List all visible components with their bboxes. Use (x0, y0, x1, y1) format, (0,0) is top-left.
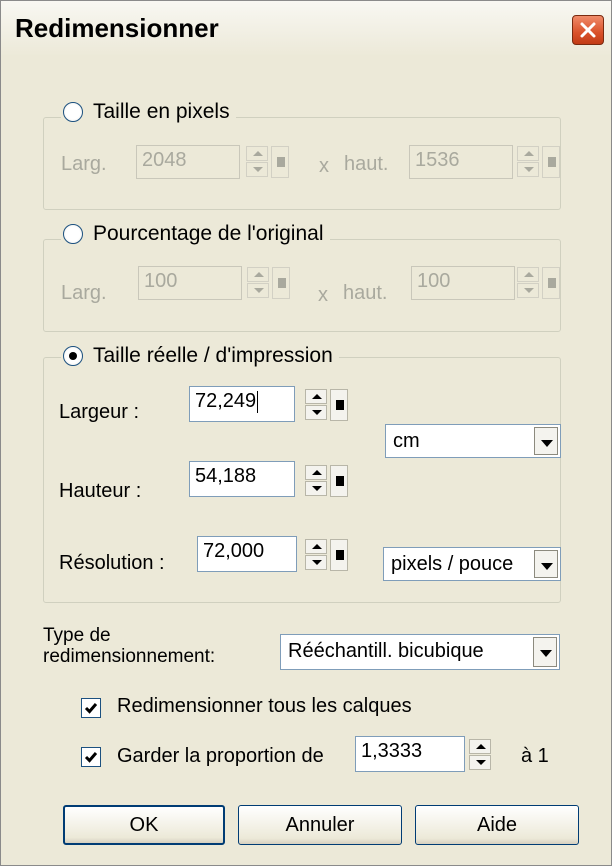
print-height-spinner[interactable] (305, 465, 329, 497)
pixel-width-input[interactable]: 2048 (136, 145, 240, 179)
unit-select-value: cm (393, 430, 420, 452)
percent-height-label: haut. (343, 282, 388, 304)
pixel-height-unit-button[interactable] (542, 146, 560, 178)
pixel-height-input[interactable]: 1536 (409, 145, 513, 179)
chevron-down-icon (541, 563, 553, 570)
percent-width-unit-button[interactable] (272, 267, 290, 299)
unit-select[interactable]: cm (385, 424, 561, 458)
unit-dropdown-button[interactable] (534, 427, 558, 455)
ratio-spinner[interactable] (469, 739, 493, 771)
all-layers-checkbox[interactable] (81, 698, 101, 718)
percent-option[interactable]: Pourcentage de l'original (61, 219, 330, 249)
cancel-button[interactable]: Annuler (238, 805, 402, 845)
percent-times-label: x (318, 284, 328, 306)
ratio-input[interactable]: 1,3333 (355, 736, 465, 772)
keep-ratio-checkbox[interactable] (81, 747, 101, 767)
checkmark-icon (84, 703, 98, 714)
percent-width-spinner[interactable] (247, 267, 271, 299)
print-width-spinner[interactable] (305, 389, 329, 421)
percent-height-unit-button[interactable] (542, 267, 560, 299)
percent-label: Pourcentage de l'original (93, 222, 324, 245)
all-layers-label[interactable]: Redimensionner tous les calques (117, 695, 412, 718)
chevron-down-icon (540, 650, 552, 657)
pixel-width-label: Larg. (61, 153, 107, 175)
print-size-radio[interactable] (63, 346, 83, 366)
title-bar[interactable]: Redimensionner (1, 1, 611, 57)
print-width-unit-button[interactable] (330, 389, 348, 421)
resolution-input[interactable]: 72,000 (197, 536, 297, 572)
print-size-option[interactable]: Taille réelle / d'impression (61, 341, 339, 371)
percent-radio[interactable] (63, 224, 83, 244)
print-width-label: Largeur : (59, 401, 140, 423)
ok-button[interactable]: OK (63, 805, 225, 845)
pixel-height-label: haut. (344, 153, 389, 175)
resolution-spinner[interactable] (305, 539, 329, 571)
close-button[interactable] (572, 15, 604, 45)
resolution-unit-dropdown-button[interactable] (534, 550, 558, 578)
pixel-width-spinner[interactable] (246, 146, 270, 178)
print-width-value: 72,249 (195, 390, 257, 412)
print-height-unit-button[interactable] (330, 465, 348, 497)
ratio-suffix-label: à 1 (521, 745, 549, 767)
chevron-down-icon (541, 440, 553, 447)
pixel-width-unit-button[interactable] (271, 146, 289, 178)
help-button[interactable]: Aide (415, 805, 579, 845)
radio-selected-dot (69, 352, 77, 360)
print-width-input[interactable]: 72,249 (189, 386, 295, 422)
pixel-size-label: Taille en pixels (93, 100, 230, 123)
resample-type-value: Rééchantill. bicubique (288, 640, 484, 662)
keep-ratio-label[interactable]: Garder la proportion de (117, 745, 324, 768)
percent-width-label: Larg. (61, 282, 107, 304)
print-height-label: Hauteur : (59, 480, 142, 502)
pixel-times-label: x (319, 155, 329, 177)
percent-height-input[interactable]: 100 (411, 266, 515, 300)
resample-dropdown-button[interactable] (533, 637, 557, 667)
text-caret (257, 390, 259, 413)
print-size-label: Taille réelle / d'impression (93, 344, 333, 367)
resolution-label: Résolution : (59, 552, 165, 574)
resample-label-line2: redimensionnement: (43, 646, 216, 667)
resample-label-line1: Type de (43, 625, 111, 646)
close-icon (580, 22, 596, 38)
resample-type-select[interactable]: Rééchantill. bicubique (280, 634, 560, 670)
pixel-height-spinner[interactable] (517, 146, 541, 178)
checkmark-icon (84, 752, 98, 763)
print-height-input[interactable]: 54,188 (189, 461, 295, 497)
pixel-size-radio[interactable] (63, 102, 83, 122)
percent-height-spinner[interactable] (517, 267, 541, 299)
dialog-title: Redimensionner (15, 13, 219, 43)
resolution-unit-button[interactable] (330, 539, 348, 571)
resolution-unit-select[interactable]: pixels / pouce (383, 547, 561, 581)
percent-width-input[interactable]: 100 (138, 266, 242, 300)
resolution-unit-value: pixels / pouce (391, 553, 514, 575)
pixel-size-option[interactable]: Taille en pixels (61, 97, 236, 127)
resize-dialog: Redimensionner Taille en pixels Larg. 20… (0, 0, 612, 866)
